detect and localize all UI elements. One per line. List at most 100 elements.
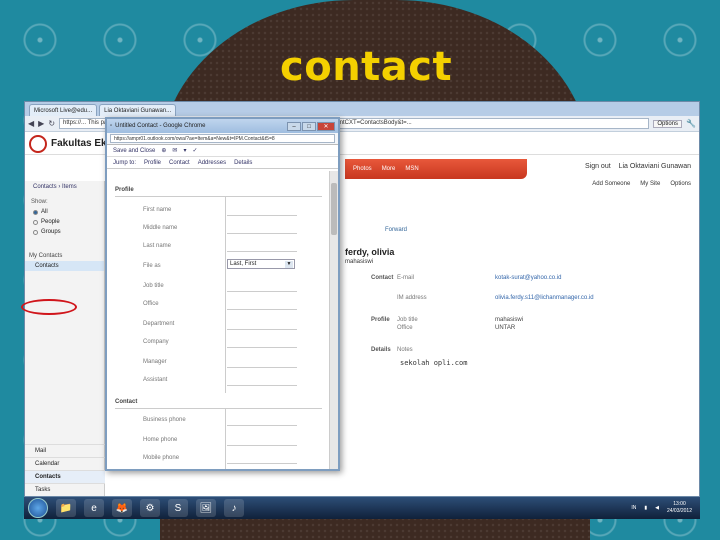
- jump-to-bar: Jump to: Profile Contact Addresses Detai…: [107, 157, 338, 169]
- popup-address-bar[interactable]: https://ampr01.outlook.com/owa/?ae=Item&…: [110, 134, 335, 143]
- assistant-label: Assistant: [143, 377, 168, 383]
- module-nav: Mail Calendar Contacts Tasks: [25, 444, 105, 496]
- window-controls: – □ ✕: [287, 121, 335, 131]
- file-as-label: File as: [143, 263, 161, 269]
- doc-icon: ▫: [110, 123, 113, 129]
- back-icon[interactable]: ◀: [28, 119, 34, 128]
- university-logo-icon: [29, 134, 47, 153]
- nav-more[interactable]: More: [382, 166, 396, 172]
- last-name-input[interactable]: [227, 251, 297, 252]
- volume-icon[interactable]: ◀: [655, 505, 659, 511]
- options-button[interactable]: Options: [653, 119, 683, 128]
- contact-role: mahasiswi: [345, 259, 374, 265]
- chevron-down-icon: ▼: [285, 261, 293, 268]
- divider: [115, 408, 322, 409]
- scrollbar-thumb[interactable]: [331, 183, 337, 235]
- user-area: Sign out Lia Oktaviani Gunawan: [579, 163, 691, 170]
- im-label: IM address: [397, 295, 427, 301]
- skype-icon[interactable]: S: [168, 499, 188, 517]
- tab-owa[interactable]: Lia Oktaviani Gunawan...: [99, 104, 177, 116]
- tab-bar: Microsoft Live@edu... Lia Oktaviani Guna…: [25, 102, 699, 116]
- clock[interactable]: 13:00 24/03/2012: [667, 501, 692, 515]
- add-icon[interactable]: ⊕: [161, 147, 166, 154]
- company-input[interactable]: [227, 347, 297, 348]
- jump-contact-link[interactable]: Contact: [169, 160, 190, 166]
- notes-value: sekolah opli.com: [400, 359, 468, 367]
- manager-input[interactable]: [227, 367, 297, 368]
- tab-live-edu[interactable]: Microsoft Live@edu...: [29, 104, 98, 116]
- nav-mail[interactable]: Mail: [25, 444, 105, 457]
- jump-addresses-link[interactable]: Addresses: [198, 160, 226, 166]
- forward-icon[interactable]: ▶: [38, 119, 44, 128]
- last-name-label: Last name: [143, 243, 172, 249]
- nav-msn[interactable]: MSN: [405, 166, 418, 172]
- mobile-phone-input[interactable]: [227, 463, 297, 464]
- nav-tasks[interactable]: Tasks: [25, 483, 105, 496]
- contact-name: ferdy, olivia: [345, 247, 395, 257]
- explorer-icon[interactable]: 📁: [56, 499, 76, 517]
- network-icon[interactable]: ▮: [644, 505, 647, 511]
- show-groups-option[interactable]: Groups: [25, 227, 104, 237]
- user-name[interactable]: Lia Oktaviani Gunawan: [619, 163, 691, 170]
- notes-label: Notes: [397, 347, 413, 353]
- im-value[interactable]: olivia.ferdy.s11@lichanmanager.co.id: [495, 295, 594, 301]
- business-phone-label: Business phone: [143, 417, 186, 423]
- firefox-icon[interactable]: 🦊: [112, 499, 132, 517]
- save-and-close-button[interactable]: Save and Close: [113, 148, 155, 154]
- slide-title: contact: [280, 44, 453, 90]
- email-value[interactable]: kotak-surat@yahoo.co.id: [495, 275, 561, 281]
- contacts-folder[interactable]: Contacts: [25, 261, 104, 271]
- profile-section-label: Profile: [371, 317, 390, 323]
- reload-icon[interactable]: ↻: [48, 119, 55, 128]
- nav-contacts[interactable]: Contacts: [25, 470, 105, 483]
- maximize-button[interactable]: □: [302, 121, 316, 131]
- file-as-select[interactable]: Last, First ▼: [227, 259, 295, 269]
- popup-scrollbar[interactable]: [329, 171, 338, 469]
- popup-address-row: https://ampr01.outlook.com/owa/?ae=Item&…: [107, 133, 338, 145]
- forward-button[interactable]: Forward: [385, 227, 407, 233]
- new-contact-popup: ▫ Untitled Contact - Google Chrome – □ ✕…: [105, 117, 340, 471]
- close-button[interactable]: ✕: [317, 121, 335, 131]
- start-button[interactable]: [28, 498, 48, 518]
- crumb-contacts[interactable]: Contacts: [33, 184, 57, 190]
- department-input[interactable]: [227, 329, 297, 330]
- business-phone-input[interactable]: [227, 425, 297, 426]
- wrench-icon[interactable]: 🔧: [686, 119, 696, 128]
- mail-icon[interactable]: ✉: [172, 147, 177, 154]
- language-indicator[interactable]: IN: [631, 505, 636, 511]
- nav-photos[interactable]: Photos: [353, 166, 372, 172]
- office-input[interactable]: [227, 309, 297, 310]
- my-contacts-header[interactable]: My Contacts: [25, 251, 104, 261]
- show-people-option[interactable]: People: [25, 217, 104, 227]
- middle-name-input[interactable]: [227, 233, 297, 234]
- minimize-button[interactable]: –: [287, 121, 301, 131]
- first-name-input[interactable]: [227, 215, 297, 216]
- photo-icon[interactable]: 🖼: [196, 499, 216, 517]
- ie-icon[interactable]: e: [84, 499, 104, 517]
- divider: [225, 197, 226, 393]
- department-label: Department: [143, 321, 175, 327]
- job-title-input[interactable]: [227, 291, 297, 292]
- radio-icon: [33, 229, 38, 235]
- show-all-option[interactable]: All: [25, 207, 104, 217]
- office-label: Office: [143, 301, 159, 307]
- home-phone-input[interactable]: [227, 445, 297, 446]
- sign-out-link[interactable]: Sign out: [585, 163, 611, 170]
- chrome-icon[interactable]: ⚙: [140, 499, 160, 517]
- radio-icon: [33, 209, 38, 215]
- popup-title: Untitled Contact - Google Chrome: [115, 123, 206, 129]
- job-title-label: Job title: [143, 283, 164, 289]
- first-name-label: First name: [143, 207, 172, 213]
- manager-label: Manager: [143, 359, 167, 365]
- jump-details-link[interactable]: Details: [234, 160, 252, 166]
- dropdown-icon[interactable]: ▾: [183, 147, 186, 154]
- mobile-phone-label: Mobile phone: [143, 455, 180, 461]
- jump-profile-link[interactable]: Profile: [144, 160, 161, 166]
- check-icon[interactable]: ✓: [192, 147, 197, 154]
- crumb-items[interactable]: Items: [62, 184, 77, 190]
- nav-calendar[interactable]: Calendar: [25, 457, 105, 470]
- job-title-value: mahasiswi: [495, 317, 524, 323]
- media-icon[interactable]: ♪: [224, 499, 244, 517]
- assistant-input[interactable]: [227, 385, 297, 386]
- breadcrumb: Contacts › Items: [33, 184, 77, 190]
